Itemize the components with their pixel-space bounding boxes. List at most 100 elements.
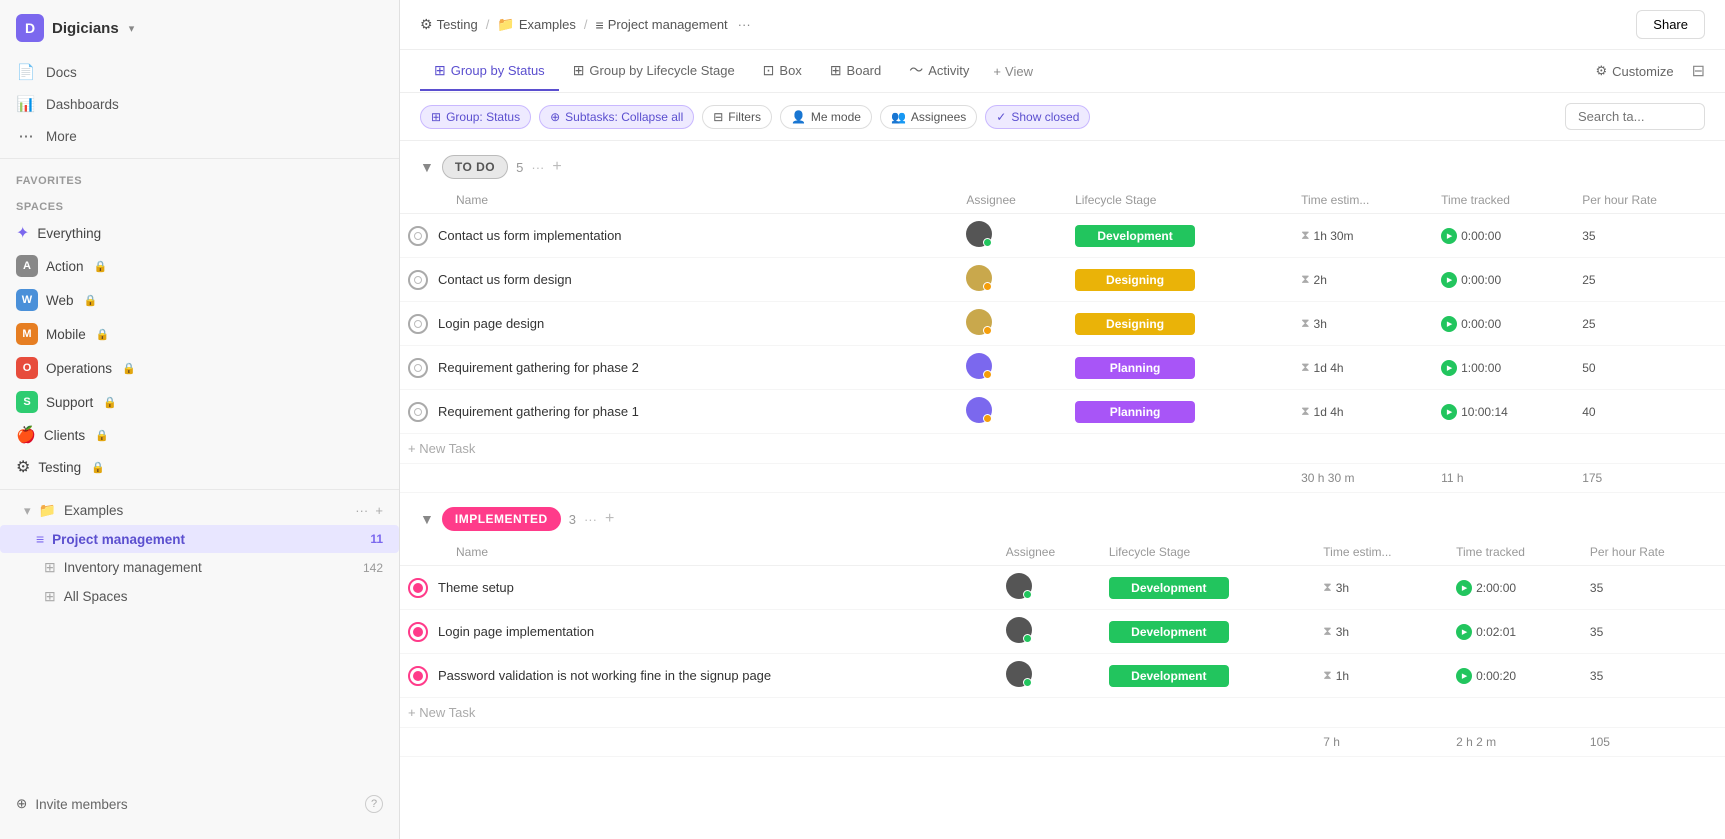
table-row[interactable]: Password validation is not working fine … bbox=[400, 654, 1725, 698]
group-collapse-todo[interactable]: ▼ bbox=[420, 159, 434, 175]
group-more-todo[interactable]: ··· bbox=[531, 160, 544, 175]
folder-expand-icon: ▾ bbox=[24, 503, 31, 519]
task-status-icon[interactable] bbox=[408, 402, 428, 422]
play-icon[interactable] bbox=[1456, 580, 1472, 596]
all-spaces-icon: ⊞ bbox=[44, 588, 56, 605]
task-name-cell: Theme setup bbox=[408, 578, 990, 598]
sidebar-item-everything[interactable]: ✦ Everything bbox=[0, 217, 399, 249]
task-status-icon[interactable] bbox=[408, 226, 428, 246]
operations-avatar: O bbox=[16, 357, 38, 379]
avatar-wrapper bbox=[966, 353, 992, 379]
task-status-icon[interactable] bbox=[408, 666, 428, 686]
web-label: Web bbox=[46, 293, 74, 308]
search-input[interactable] bbox=[1565, 103, 1705, 130]
breadcrumb-project[interactable]: ≡ Project management bbox=[596, 17, 728, 33]
col-name-implemented: Name bbox=[400, 539, 998, 566]
sidebar-all-spaces[interactable]: ⊞ All Spaces bbox=[0, 582, 399, 611]
mobile-lock-icon: 🔒 bbox=[96, 328, 110, 341]
group-more-implemented[interactable]: ··· bbox=[584, 512, 597, 527]
sidebar-item-docs[interactable]: 📄 Docs bbox=[0, 56, 399, 88]
breadcrumb-examples[interactable]: 📁 Examples bbox=[497, 16, 576, 33]
sidebar-item-mobile[interactable]: M Mobile 🔒 bbox=[0, 317, 399, 351]
breadcrumb-more[interactable]: ··· bbox=[738, 17, 751, 32]
task-name: Login page implementation bbox=[438, 624, 594, 639]
col-lifecycle-todo: Lifecycle Stage bbox=[1067, 187, 1293, 214]
task-status-icon[interactable] bbox=[408, 358, 428, 378]
table-row[interactable]: Requirement gathering for phase 2 Planni… bbox=[400, 346, 1725, 390]
avatar-badge bbox=[983, 282, 992, 291]
new-task-row[interactable]: + New Task bbox=[400, 434, 1725, 464]
org-header[interactable]: D Digicians ▾ bbox=[0, 0, 399, 56]
play-icon[interactable] bbox=[1456, 668, 1472, 684]
breadcrumb-testing[interactable]: ⚙ Testing bbox=[420, 16, 478, 33]
table-row[interactable]: Theme setup Development bbox=[400, 566, 1725, 610]
hourglass-icon: ⧗ bbox=[1301, 272, 1309, 287]
customize-button[interactable]: ⚙ Customize bbox=[1586, 57, 1684, 85]
group-add-implemented[interactable]: + bbox=[605, 510, 614, 528]
sidebar-item-more[interactable]: ⋯ More bbox=[0, 120, 399, 152]
new-task-label[interactable]: + New Task bbox=[408, 705, 475, 720]
board-label: Board bbox=[847, 63, 882, 78]
sidebar-item-web[interactable]: W Web 🔒 bbox=[0, 283, 399, 317]
table-row[interactable]: Contact us form implementation Developme… bbox=[400, 214, 1725, 258]
filter-me-mode[interactable]: 👤 Me mode bbox=[780, 105, 872, 129]
invite-members[interactable]: ⊕ Invite members ? bbox=[0, 785, 399, 823]
table-row[interactable]: Contact us form design Designing bbox=[400, 258, 1725, 302]
task-status-icon[interactable] bbox=[408, 314, 428, 334]
new-task-row[interactable]: + New Task bbox=[400, 698, 1725, 728]
inventory-management-label: Inventory management bbox=[64, 560, 202, 575]
grid-view-icon[interactable]: ⊟ bbox=[1692, 61, 1705, 81]
group-collapse-implemented[interactable]: ▼ bbox=[420, 511, 434, 527]
testing-lock-icon: 🔒 bbox=[91, 461, 105, 474]
play-icon[interactable] bbox=[1441, 316, 1457, 332]
group-add-todo[interactable]: + bbox=[552, 158, 561, 176]
play-icon[interactable] bbox=[1441, 404, 1457, 420]
board-icon: ⊞ bbox=[830, 62, 842, 79]
sidebar-list-inventory-management[interactable]: ⊞ Inventory management 142 bbox=[0, 553, 399, 582]
filter-show-closed[interactable]: ✓ Show closed bbox=[985, 105, 1090, 129]
tab-add-view[interactable]: + View bbox=[983, 54, 1043, 89]
examples-folder[interactable]: ▾ 📁 Examples ··· + bbox=[0, 496, 399, 525]
tab-board[interactable]: ⊞ Board bbox=[816, 52, 895, 91]
sidebar-list-project-management[interactable]: ≡ Project management 11 bbox=[0, 525, 399, 553]
folder-actions[interactable]: ··· + bbox=[355, 503, 383, 518]
task-status-icon[interactable] bbox=[408, 270, 428, 290]
sidebar-item-dashboards[interactable]: 📊 Dashboards bbox=[0, 88, 399, 120]
play-icon[interactable] bbox=[1441, 228, 1457, 244]
tab-group-lifecycle[interactable]: ⊞ Group by Lifecycle Stage bbox=[559, 52, 749, 91]
share-button[interactable]: Share bbox=[1636, 10, 1705, 39]
help-icon[interactable]: ? bbox=[365, 795, 383, 813]
filter-group-status[interactable]: ⊞ Group: Status bbox=[420, 105, 531, 129]
sidebar-item-testing[interactable]: ⚙ Testing 🔒 bbox=[0, 451, 399, 483]
task-name: Password validation is not working fine … bbox=[438, 668, 771, 683]
group-header-todo: ▼ TO DO 5 ··· + bbox=[400, 141, 1725, 187]
filter-assignees[interactable]: 👥 Assignees bbox=[880, 105, 977, 129]
table-row[interactable]: Requirement gathering for phase 1 Planni… bbox=[400, 390, 1725, 434]
task-status-icon[interactable] bbox=[408, 622, 428, 642]
sidebar-item-operations[interactable]: O Operations 🔒 bbox=[0, 351, 399, 385]
group-badge-implemented[interactable]: IMPLEMENTED bbox=[442, 507, 561, 531]
group-badge-todo[interactable]: TO DO bbox=[442, 155, 508, 179]
activity-icon: 〜 bbox=[909, 60, 923, 80]
group-filter-label: Group: Status bbox=[446, 110, 520, 124]
new-task-label[interactable]: + New Task bbox=[408, 441, 475, 456]
play-icon[interactable] bbox=[1456, 624, 1472, 640]
table-row[interactable]: Login page implementation Development bbox=[400, 610, 1725, 654]
filter-subtasks[interactable]: ⊕ Subtasks: Collapse all bbox=[539, 105, 694, 129]
tab-activity[interactable]: 〜 Activity bbox=[895, 50, 983, 92]
task-status-icon[interactable] bbox=[408, 578, 428, 598]
tab-add-label: View bbox=[1005, 64, 1033, 79]
web-lock-icon: 🔒 bbox=[84, 294, 98, 307]
play-icon[interactable] bbox=[1441, 360, 1457, 376]
tab-group-status[interactable]: ⊞ Group by Status bbox=[420, 52, 559, 91]
play-icon[interactable] bbox=[1441, 272, 1457, 288]
assignees-icon: 👥 bbox=[891, 110, 906, 124]
sidebar-item-action[interactable]: A Action 🔒 bbox=[0, 249, 399, 283]
table-row[interactable]: Login page design Designing bbox=[400, 302, 1725, 346]
filter-filters[interactable]: ⊟ Filters bbox=[702, 105, 772, 129]
tab-box[interactable]: ⊡ Box bbox=[749, 52, 816, 91]
sidebar-item-clients[interactable]: 🍎 Clients 🔒 bbox=[0, 419, 399, 451]
box-label: Box bbox=[779, 63, 801, 78]
sidebar-item-support[interactable]: S Support 🔒 bbox=[0, 385, 399, 419]
time-tracked: 1:00:00 bbox=[1441, 360, 1566, 376]
